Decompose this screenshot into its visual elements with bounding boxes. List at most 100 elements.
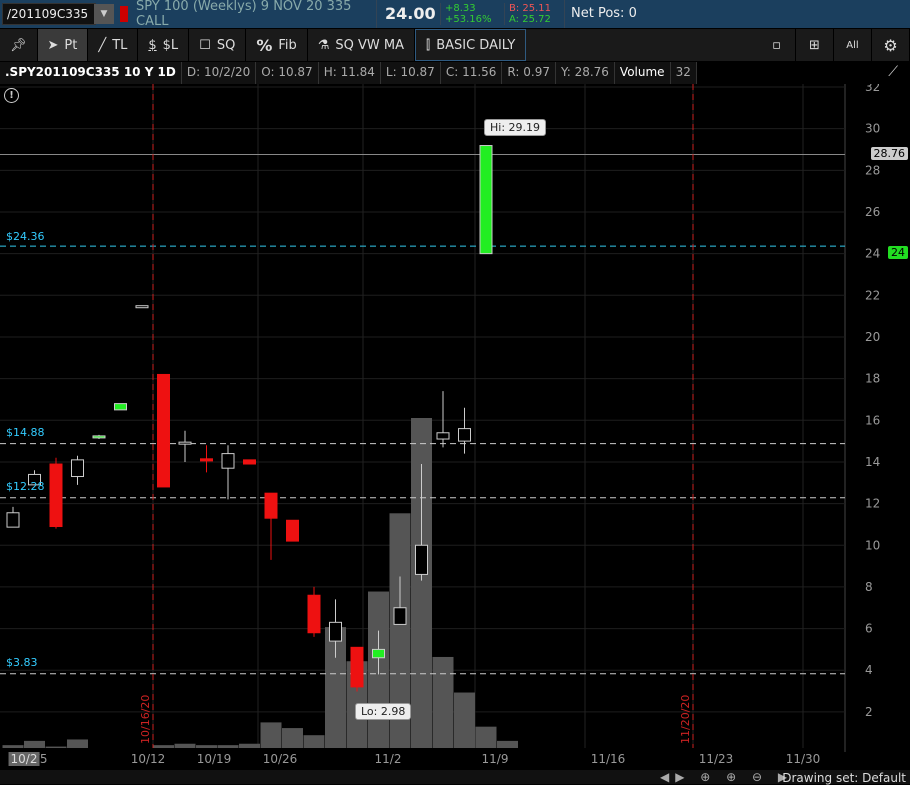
tool-label: SQ — [216, 37, 236, 53]
price-change: +8.33 +53.16% — [440, 3, 504, 25]
date-label: 11/16 — [590, 752, 626, 766]
price-tick-label: 2 — [865, 705, 873, 719]
price-tick-label: 24 — [865, 247, 880, 261]
pin-icon: 📌︎ — [10, 37, 27, 53]
volume-bar — [174, 743, 196, 748]
single-layout-icon: ▫ — [772, 37, 781, 53]
price-chart[interactable]: 246810121416182022242628303210/16/20 11/2… — [0, 84, 910, 752]
price-level-tool-button[interactable]: $ $L — [138, 29, 190, 61]
candle-body — [307, 594, 321, 634]
settings-button[interactable]: ⚙ — [872, 29, 910, 61]
volume-bar — [454, 692, 475, 748]
net-position: Net Pos: 0 — [564, 0, 637, 28]
candle-body — [479, 145, 493, 255]
expiration-label: 11/20/20 — [679, 695, 692, 744]
square-tool-button[interactable]: ☐ SQ — [189, 29, 247, 61]
ask: A: 25.72 — [509, 14, 551, 25]
price-tick-label: 14 — [865, 455, 880, 469]
current-price-marker: 24 — [888, 246, 908, 259]
info-date: D: 10/2/20 — [182, 62, 257, 84]
studies-icon: ⚗ — [317, 37, 330, 53]
candle-body — [415, 544, 428, 575]
candle-body — [114, 403, 127, 411]
tool-label: Pt — [64, 37, 78, 53]
alert-flag-icon[interactable] — [120, 6, 128, 22]
gear-icon: ⚙ — [883, 35, 898, 55]
status-bar: ◀▶ ⊕ ⊕ ⊖ ▶ Drawing set: Default — [0, 770, 910, 785]
trendline-tool-button[interactable]: ╱ TL — [88, 29, 139, 61]
candle-body — [243, 459, 256, 465]
date-label: 10/12 — [130, 752, 166, 766]
price-tick-label: 18 — [865, 372, 880, 386]
single-layout-button[interactable]: ▫ — [758, 29, 796, 61]
price-tick-label: 4 — [865, 663, 873, 677]
grid-layout-button[interactable]: ⊞ — [796, 29, 834, 61]
studies-button[interactable]: ⚗ SQ VW MA — [308, 29, 416, 61]
info-high: H: 11.84 — [319, 62, 381, 84]
zoom-controls[interactable]: ◀▶ ⊕ ⊕ ⊖ ▶ — [660, 770, 793, 784]
price-tick-label: 8 — [865, 580, 873, 594]
drawing-set-label[interactable]: Drawing set: Default — [782, 771, 906, 785]
date-label: 11/9 — [481, 752, 509, 766]
all-button[interactable]: All — [834, 29, 872, 61]
price-tick-label: 22 — [865, 288, 880, 302]
volume-bar — [2, 745, 24, 748]
symbol-input[interactable]: /201109C335 — [2, 3, 96, 25]
candle-body — [49, 463, 63, 528]
level-label: $3.83 — [6, 656, 38, 669]
price-tick-label: 30 — [865, 122, 880, 136]
high-callout: Hi: 29.19 — [484, 119, 547, 136]
pin-button[interactable]: 📌︎ — [0, 29, 38, 61]
instrument-description: SPY 100 (Weeklys) 9 NOV 20 335 CALL — [136, 0, 352, 29]
candle-body — [200, 458, 213, 462]
info-low: L: 10.87 — [381, 62, 441, 84]
volume-bar — [24, 740, 45, 748]
candle-body — [157, 373, 170, 488]
candle-body — [458, 428, 471, 442]
candle-body — [393, 607, 407, 625]
info-close: C: 11.56 — [441, 62, 503, 84]
candle-body — [286, 519, 299, 542]
chart-info-bar: .SPY201109C335 10 Y 1D D: 10/2/20 O: 10.… — [0, 62, 697, 84]
all-label: All — [846, 39, 859, 51]
style-button[interactable]: ⫿ BASIC DAILY — [415, 29, 527, 61]
pointer-tool-button[interactable]: ➤ Pt — [37, 29, 89, 61]
low-callout: Lo: 2.98 — [355, 703, 412, 720]
date-axis: 10/5 10/12 10/19 10/26 11/2 11/9 11/16 1… — [0, 752, 845, 770]
price-tick-label: 32 — [865, 84, 880, 94]
symbol-dropdown-button[interactable]: ▼ — [94, 4, 114, 24]
volume-bar — [282, 728, 303, 748]
level-label: $14.88 — [6, 426, 45, 439]
volume-bar — [45, 746, 67, 748]
candle-body — [264, 492, 278, 519]
volume-bar — [432, 656, 454, 748]
volume-bar — [153, 745, 174, 748]
candle-style-icon: ⫿ — [426, 37, 431, 53]
grid-layout-icon: ⊞ — [809, 37, 820, 53]
volume-bar — [497, 740, 518, 748]
tool-label: SQ VW MA — [335, 37, 405, 53]
price-tick-label: 28 — [865, 163, 880, 177]
expiration-label: 10/16/20 — [139, 695, 152, 744]
candle-body — [71, 459, 84, 478]
cursor-date-label: 10/2 — [8, 752, 40, 766]
candle-body — [135, 305, 149, 309]
bid: B: 25.11 — [509, 3, 552, 14]
chart-symbol: .SPY201109C335 10 Y 1D — [0, 62, 182, 84]
volume-label: Volume — [615, 62, 671, 84]
alert-icon[interactable]: ! — [4, 88, 19, 103]
change-percent: +53.16% — [445, 14, 492, 25]
price-tick-label: 12 — [865, 497, 880, 511]
date-label: 11/23 — [698, 752, 734, 766]
price-tick-label: 26 — [865, 205, 880, 219]
chart-style-icon[interactable]: ⟋ — [888, 64, 898, 80]
candle-body — [372, 648, 385, 659]
date-label: 11/2 — [374, 752, 402, 766]
fib-tool-button[interactable]: % Fib — [246, 29, 308, 61]
candle-body — [350, 646, 364, 688]
price-tick-label: 16 — [865, 413, 880, 427]
tool-label: Fib — [278, 37, 297, 53]
info-range: R: 0.97 — [502, 62, 556, 84]
bid-ask: B: 25.11 A: 25.72 — [504, 3, 564, 25]
volume-value: 32 — [671, 62, 697, 84]
